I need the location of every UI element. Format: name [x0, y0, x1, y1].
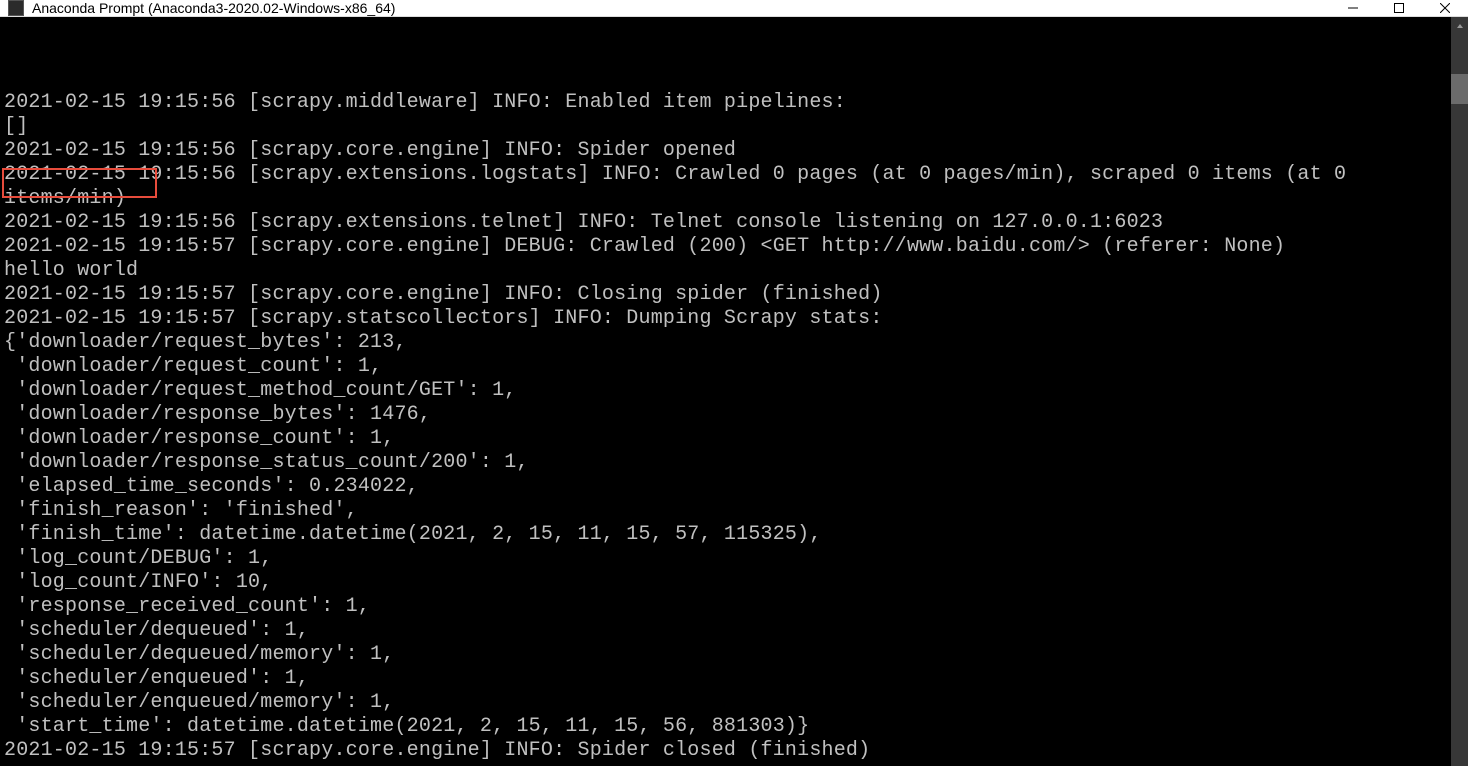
terminal-line: 'log_count/DEBUG': 1, [4, 547, 1447, 571]
terminal-area: 2021-02-15 19:15:56 [scrapy.middleware] … [0, 17, 1468, 766]
terminal-line: 'downloader/request_method_count/GET': 1… [4, 379, 1447, 403]
chevron-up-icon [1456, 22, 1464, 30]
minimize-icon [1348, 3, 1358, 13]
terminal-line: 2021-02-15 19:15:57 [scrapy.core.engine]… [4, 739, 1447, 763]
terminal-line: {'downloader/request_bytes': 213, [4, 331, 1447, 355]
terminal-line: 2021-02-15 19:15:57 [scrapy.core.engine]… [4, 235, 1447, 259]
terminal-line: 'scheduler/enqueued': 1, [4, 667, 1447, 691]
vertical-scrollbar[interactable] [1451, 17, 1468, 766]
terminal-line: 'scheduler/dequeued/memory': 1, [4, 643, 1447, 667]
terminal-line: 2021-02-15 19:15:56 [scrapy.middleware] … [4, 91, 1447, 115]
scroll-thumb[interactable] [1451, 74, 1468, 104]
window-frame: Anaconda Prompt (Anaconda3-2020.02-Windo… [0, 0, 1468, 766]
terminal-line: 'scheduler/enqueued/memory': 1, [4, 691, 1447, 715]
terminal-line: 'finish_time': datetime.datetime(2021, 2… [4, 523, 1447, 547]
terminal-line: 'finish_reason': 'finished', [4, 499, 1447, 523]
maximize-icon [1394, 3, 1404, 13]
maximize-button[interactable] [1376, 0, 1422, 16]
terminal-line: 'elapsed_time_seconds': 0.234022, [4, 475, 1447, 499]
terminal-line: 'response_received_count': 1, [4, 595, 1447, 619]
titlebar[interactable]: Anaconda Prompt (Anaconda3-2020.02-Windo… [0, 0, 1468, 17]
close-icon [1440, 3, 1450, 13]
app-icon [8, 0, 24, 16]
terminal-line: 2021-02-15 19:15:56 [scrapy.extensions.l… [4, 163, 1447, 211]
window-title: Anaconda Prompt (Anaconda3-2020.02-Windo… [32, 0, 395, 16]
window-controls [1330, 0, 1468, 16]
terminal-line: 2021-02-15 19:15:57 [scrapy.core.engine]… [4, 283, 1447, 307]
scroll-track[interactable] [1451, 34, 1468, 766]
close-button[interactable] [1422, 0, 1468, 16]
scroll-up-button[interactable] [1451, 17, 1468, 34]
terminal-line: 'downloader/request_count': 1, [4, 355, 1447, 379]
terminal-line: 2021-02-15 19:15:57 [scrapy.statscollect… [4, 307, 1447, 331]
terminal-line: [] [4, 115, 1447, 139]
terminal-line: 'scheduler/dequeued': 1, [4, 619, 1447, 643]
terminal-line: 'downloader/response_status_count/200': … [4, 451, 1447, 475]
terminal-line: 'downloader/response_bytes': 1476, [4, 403, 1447, 427]
terminal-line: 'start_time': datetime.datetime(2021, 2,… [4, 715, 1447, 739]
terminal-line: hello world [4, 259, 1447, 283]
terminal-line: 2021-02-15 19:15:56 [scrapy.extensions.t… [4, 211, 1447, 235]
terminal-output[interactable]: 2021-02-15 19:15:56 [scrapy.middleware] … [0, 17, 1451, 766]
terminal-line: 2021-02-15 19:15:56 [scrapy.core.engine]… [4, 139, 1447, 163]
minimize-button[interactable] [1330, 0, 1376, 16]
titlebar-left: Anaconda Prompt (Anaconda3-2020.02-Windo… [0, 0, 395, 16]
terminal-line: 'log_count/INFO': 10, [4, 571, 1447, 595]
terminal-line: 'downloader/response_count': 1, [4, 427, 1447, 451]
